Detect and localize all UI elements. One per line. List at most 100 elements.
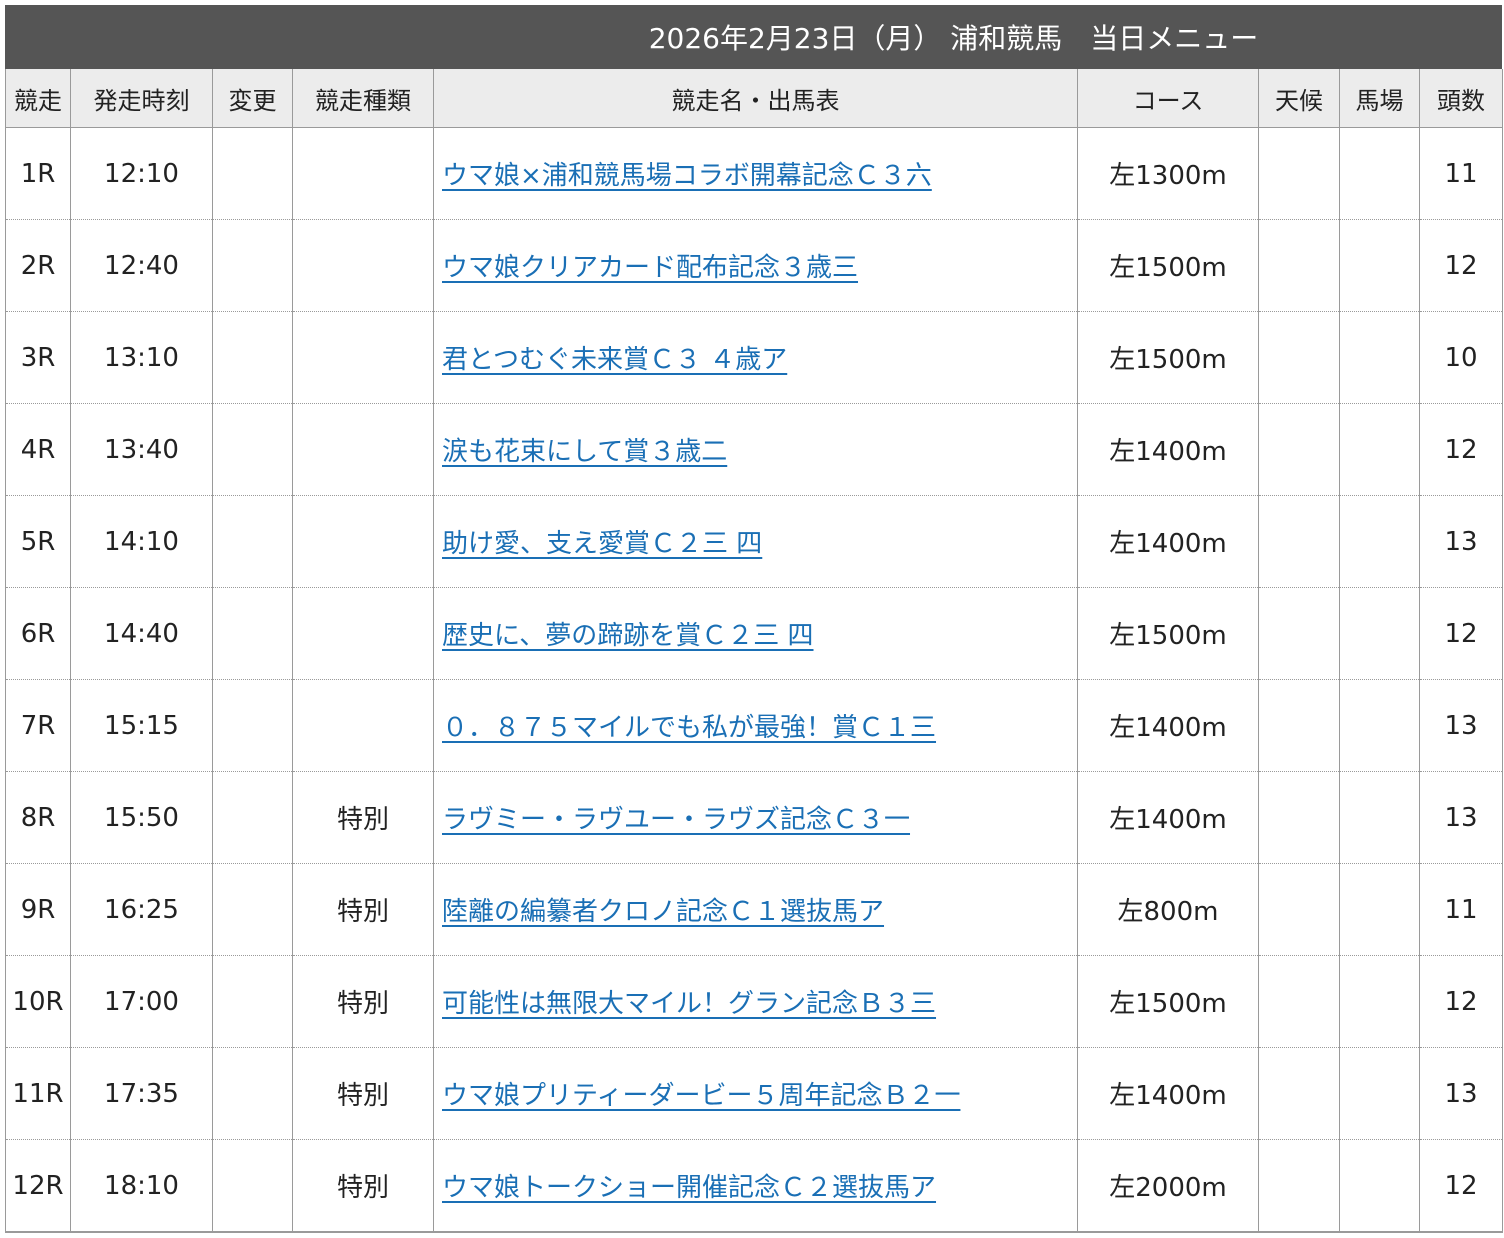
table-row: 7R 15:15 ０．８７５マイルでも私が最強！賞Ｃ１三 左1400m 13 — [5, 679, 1503, 772]
table-row: 8R 15:50 特別 ラヴミー・ラヴユー・ラヴズ記念Ｃ３一 左1400m 13 — [5, 771, 1503, 864]
page-title: 2026年2月23日（月） 浦和競馬 当日メニュー — [5, 5, 1502, 69]
weather-cell — [1258, 955, 1340, 1048]
race-type-cell — [292, 587, 434, 680]
change-cell — [212, 495, 293, 588]
race-number-cell: 1R — [5, 127, 71, 220]
horse-count-cell: 12 — [1419, 587, 1503, 680]
weather-cell — [1258, 863, 1340, 956]
race-number-cell: 12R — [5, 1139, 71, 1233]
race-name-cell: 助け愛、支え愛賞Ｃ２三 四 — [433, 495, 1078, 588]
race-type-cell — [292, 219, 434, 312]
horse-count-cell: 10 — [1419, 311, 1503, 404]
change-cell — [212, 771, 293, 864]
race-menu: 2026年2月23日（月） 浦和競馬 当日メニュー 競走 発走時刻 変更 競走種… — [5, 5, 1503, 1233]
horse-count-cell: 11 — [1419, 863, 1503, 956]
post-time-cell: 14:40 — [70, 587, 213, 680]
course-cell: 左1400m — [1077, 679, 1259, 772]
track-condition-cell — [1339, 1139, 1420, 1233]
post-time-cell: 14:10 — [70, 495, 213, 588]
post-time-cell: 17:00 — [70, 955, 213, 1048]
header-course: コース — [1077, 69, 1259, 128]
course-cell: 左1400m — [1077, 403, 1259, 496]
horse-count-cell: 12 — [1419, 1139, 1503, 1233]
race-name-link[interactable]: ウマ娘クリアカード配布記念３歳三 — [442, 253, 858, 283]
race-name-link[interactable]: 歴史に、夢の蹄跡を賞Ｃ２三 四 — [442, 621, 814, 651]
post-time-cell: 13:10 — [70, 311, 213, 404]
course-cell: 左1300m — [1077, 127, 1259, 220]
change-cell — [212, 1047, 293, 1140]
race-type-cell — [292, 679, 434, 772]
race-name-link[interactable]: 涙も花束にして賞３歳二 — [442, 437, 727, 467]
table-row: 11R 17:35 特別 ウマ娘プリティーダービー５周年記念Ｂ２一 左1400m 13 — [5, 1047, 1503, 1140]
post-time-cell: 12:40 — [70, 219, 213, 312]
course-cell: 左1400m — [1077, 771, 1259, 864]
weather-cell — [1258, 771, 1340, 864]
weather-cell — [1258, 495, 1340, 588]
track-condition-cell — [1339, 127, 1420, 220]
race-name-cell: ウマ娘×浦和競馬場コラボ開幕記念Ｃ３六 — [433, 127, 1078, 220]
course-cell: 左1400m — [1077, 1047, 1259, 1140]
table-row: 9R 16:25 特別 陸離の編纂者クロノ記念Ｃ１選抜馬ア 左800m 11 — [5, 863, 1503, 956]
race-name-link[interactable]: 可能性は無限大マイル！グラン記念Ｂ３三 — [442, 989, 936, 1019]
race-name-cell: ウマ娘プリティーダービー５周年記念Ｂ２一 — [433, 1047, 1078, 1140]
change-cell — [212, 955, 293, 1048]
race-name-link[interactable]: ０．８７５マイルでも私が最強！賞Ｃ１三 — [442, 713, 936, 743]
header-track: 馬場 — [1339, 69, 1420, 128]
header-change: 変更 — [212, 69, 293, 128]
race-number-cell: 2R — [5, 219, 71, 312]
track-condition-cell — [1339, 587, 1420, 680]
track-condition-cell — [1339, 219, 1420, 312]
weather-cell — [1258, 587, 1340, 680]
race-type-cell: 特別 — [292, 1047, 434, 1140]
course-cell: 左800m — [1077, 863, 1259, 956]
race-number-cell: 11R — [5, 1047, 71, 1140]
weather-cell — [1258, 403, 1340, 496]
race-name-link[interactable]: 君とつむぐ未来賞Ｃ３ ４歳ア — [442, 345, 787, 375]
change-cell — [212, 311, 293, 404]
race-name-link[interactable]: ウマ娘プリティーダービー５周年記念Ｂ２一 — [442, 1081, 960, 1111]
table-row: 12R 18:10 特別 ウマ娘トークショー開催記念Ｃ２選抜馬ア 左2000m 12 — [5, 1139, 1503, 1233]
course-cell: 左1500m — [1077, 311, 1259, 404]
race-table: 競走 発走時刻 変更 競走種類 競走名・出馬表 コース 天候 馬場 頭数 1R 1… — [5, 69, 1503, 1233]
race-name-cell: 歴史に、夢の蹄跡を賞Ｃ２三 四 — [433, 587, 1078, 680]
weather-cell — [1258, 219, 1340, 312]
race-type-cell: 特別 — [292, 1139, 434, 1233]
race-name-cell: ウマ娘トークショー開催記念Ｃ２選抜馬ア — [433, 1139, 1078, 1233]
table-row: 10R 17:00 特別 可能性は無限大マイル！グラン記念Ｂ３三 左1500m 12 — [5, 955, 1503, 1048]
horse-count-cell: 12 — [1419, 955, 1503, 1048]
weather-cell — [1258, 679, 1340, 772]
weather-cell — [1258, 127, 1340, 220]
race-name-link[interactable]: ウマ娘トークショー開催記念Ｃ２選抜馬ア — [442, 1173, 936, 1203]
post-time-cell: 12:10 — [70, 127, 213, 220]
race-name-link[interactable]: ウマ娘×浦和競馬場コラボ開幕記念Ｃ３六 — [442, 161, 932, 191]
weather-cell — [1258, 1139, 1340, 1233]
race-type-cell: 特別 — [292, 955, 434, 1048]
track-condition-cell — [1339, 771, 1420, 864]
header-name: 競走名・出馬表 — [433, 69, 1078, 128]
race-name-link[interactable]: ラヴミー・ラヴユー・ラヴズ記念Ｃ３一 — [442, 805, 910, 835]
race-type-cell — [292, 403, 434, 496]
track-condition-cell — [1339, 403, 1420, 496]
course-cell: 左1400m — [1077, 495, 1259, 588]
weather-cell — [1258, 1047, 1340, 1140]
race-type-cell — [292, 127, 434, 220]
track-condition-cell — [1339, 955, 1420, 1048]
race-number-cell: 6R — [5, 587, 71, 680]
race-name-cell: ラヴミー・ラヴユー・ラヴズ記念Ｃ３一 — [433, 771, 1078, 864]
table-row: 3R 13:10 君とつむぐ未来賞Ｃ３ ４歳ア 左1500m 10 — [5, 311, 1503, 404]
race-name-cell: 陸離の編纂者クロノ記念Ｃ１選抜馬ア — [433, 863, 1078, 956]
race-name-link[interactable]: 助け愛、支え愛賞Ｃ２三 四 — [442, 529, 762, 559]
header-type: 競走種類 — [292, 69, 434, 128]
change-cell — [212, 127, 293, 220]
change-cell — [212, 1139, 293, 1233]
track-condition-cell — [1339, 311, 1420, 404]
race-name-link[interactable]: 陸離の編纂者クロノ記念Ｃ１選抜馬ア — [442, 897, 884, 927]
table-row: 2R 12:40 ウマ娘クリアカード配布記念３歳三 左1500m 12 — [5, 219, 1503, 312]
course-cell: 左1500m — [1077, 587, 1259, 680]
horse-count-cell: 13 — [1419, 495, 1503, 588]
change-cell — [212, 587, 293, 680]
race-name-cell: ウマ娘クリアカード配布記念３歳三 — [433, 219, 1078, 312]
race-type-cell: 特別 — [292, 863, 434, 956]
course-cell: 左1500m — [1077, 219, 1259, 312]
header-time: 発走時刻 — [70, 69, 213, 128]
